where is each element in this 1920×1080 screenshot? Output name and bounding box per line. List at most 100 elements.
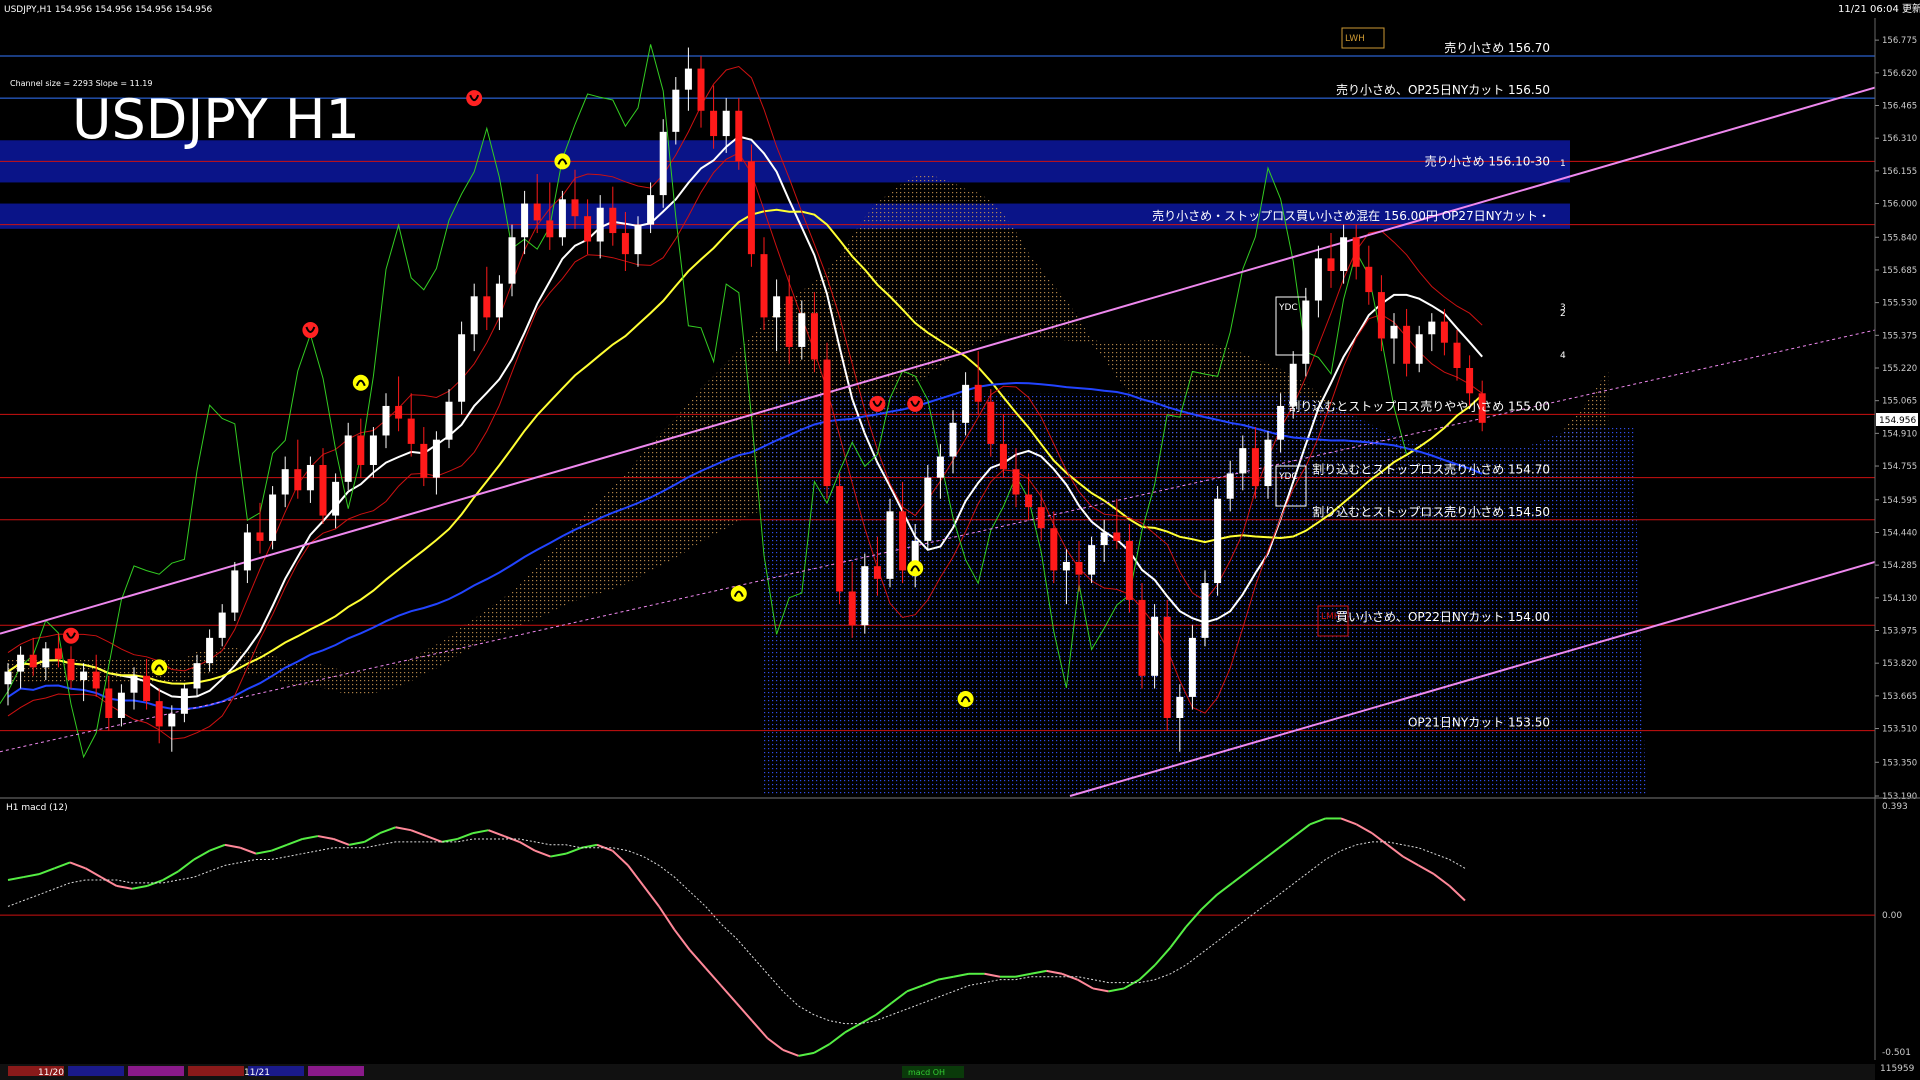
candle-body [999, 443, 1007, 470]
candle-body [319, 464, 327, 516]
candle-body [949, 422, 957, 457]
candle-body [432, 439, 440, 478]
channel-index-label: 3 [1560, 303, 1566, 313]
candle-body [848, 591, 856, 626]
candle-body [1214, 498, 1222, 584]
axis-tick-label: 153.190 [1882, 792, 1917, 802]
axis-tick-label: 154.130 [1882, 594, 1917, 604]
level-label-4: 割り込むとストップロス売りやや小さめ 155.00 [1288, 398, 1550, 413]
candle-body [836, 486, 844, 592]
candle-body [269, 494, 277, 541]
candle-body [735, 110, 743, 162]
candle-body [1314, 258, 1322, 301]
macd-scale-top: 0.393 [1882, 802, 1908, 812]
candle-body [873, 566, 881, 579]
candle-body [798, 313, 806, 347]
candle-body [521, 203, 529, 238]
candle-body [609, 207, 617, 234]
annotation-box-label: LWH [1345, 34, 1365, 44]
axis-tick-label: 155.375 [1882, 331, 1917, 341]
axis-tick-label: 156.620 [1882, 69, 1917, 79]
signal-down-icon [302, 322, 319, 339]
candle-body [974, 384, 982, 402]
level-label-2: 売り小さめ 156.10-30 [1425, 153, 1550, 168]
signal-up-icon [151, 659, 168, 676]
candle-body [1201, 583, 1209, 638]
candle-body [1428, 321, 1436, 335]
candle-body [495, 283, 503, 318]
annotation-box-label: YDC [1278, 472, 1298, 482]
axis-tick-label: 154.595 [1882, 496, 1917, 506]
candle-body [4, 671, 12, 685]
axis-tick-label: 155.220 [1882, 364, 1917, 374]
axis-tick-label: 153.350 [1882, 758, 1917, 768]
candle-body [962, 384, 970, 423]
candle-body [458, 334, 466, 402]
candle-body [1037, 507, 1045, 529]
candle-body [584, 216, 592, 242]
candle-body [382, 405, 390, 436]
candle-body [672, 89, 680, 132]
candle-body [1050, 528, 1058, 571]
candle-body [1151, 616, 1159, 676]
candle-body [1088, 545, 1096, 575]
volume-label: 115959 [1880, 1064, 1915, 1074]
candle-body [180, 688, 188, 714]
level-label-0: 売り小さめ 156.70 [1444, 40, 1550, 55]
candle-body [117, 692, 125, 718]
candle-body [256, 532, 264, 541]
axis-tick-label: 155.840 [1882, 233, 1917, 243]
candle-body [924, 477, 932, 541]
candle-body [1440, 321, 1448, 343]
candle-body [1352, 237, 1360, 267]
time-axis: 11/20 11/21 macd OH [0, 1064, 1875, 1080]
candle-body [785, 296, 793, 347]
candle-body [306, 464, 314, 491]
candle-body [42, 648, 50, 668]
axis-tick-label: 156.775 [1882, 36, 1917, 46]
candle-body [92, 671, 100, 689]
candle-body [1025, 494, 1033, 508]
axis-tick-label: 155.685 [1882, 266, 1917, 276]
candle-body [1062, 561, 1070, 571]
candle-body [773, 296, 781, 318]
candle-body [659, 131, 667, 196]
signal-up-icon [730, 585, 747, 602]
candle-body [571, 199, 579, 217]
signal-up-icon [352, 374, 369, 391]
signal-down-icon [907, 395, 924, 412]
candle-body [1125, 540, 1133, 600]
macd-title: H1 macd (12) [6, 803, 68, 813]
candle-body [1226, 473, 1234, 499]
candle-body [1100, 532, 1108, 546]
candle-body [886, 511, 894, 579]
candle-body [684, 68, 692, 90]
candle-body [1415, 334, 1423, 364]
candle-body [470, 296, 478, 335]
candle-body [344, 435, 352, 482]
candle-body [1075, 561, 1083, 575]
candle-body [760, 254, 768, 318]
candle-body [1176, 696, 1184, 718]
axis-tick-label: 153.820 [1882, 659, 1917, 669]
candle-body [899, 511, 907, 571]
candle-body [558, 199, 566, 238]
candle-body [1012, 469, 1020, 495]
candle-body [1340, 237, 1348, 272]
annotation-box-label: YDC [1278, 303, 1298, 313]
candle-body [747, 161, 755, 255]
signal-up-icon [907, 560, 924, 577]
candle-body [861, 566, 869, 626]
axis-tick-label: 156.310 [1882, 134, 1917, 144]
candle-body [1163, 616, 1171, 718]
session-segment [68, 1066, 124, 1076]
axis-tick-label: 155.065 [1882, 397, 1917, 407]
candle-body [1188, 637, 1196, 697]
signal-up-icon [957, 691, 974, 708]
axis-tick-label: 153.510 [1882, 725, 1917, 735]
candle-body [1277, 405, 1285, 440]
candle-body [810, 313, 818, 360]
candle-body [243, 532, 251, 571]
channel-index-label: 4 [1560, 351, 1566, 361]
candle-body [546, 220, 554, 238]
